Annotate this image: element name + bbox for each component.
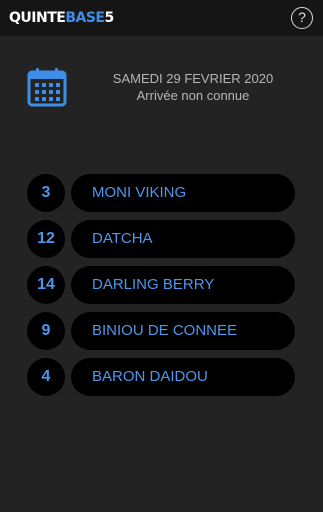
app-screen: QUINTE BASE 5 ? SAMEDI 29 FEVRIER 2020 A… bbox=[0, 0, 323, 512]
race-date: SAMEDI 29 FEVRIER 2020 bbox=[112, 71, 274, 86]
race-info: SAMEDI 29 FEVRIER 2020 Arrivée non connu… bbox=[96, 70, 290, 104]
horse-name: DATCHA bbox=[71, 220, 295, 258]
horse-name: BARON DAIDOU bbox=[71, 358, 295, 396]
horse-number: 14 bbox=[27, 266, 65, 304]
horse-name: DARLING BERRY bbox=[71, 266, 295, 304]
logo-text-blue: BASE bbox=[65, 10, 105, 26]
horse-number: 3 bbox=[27, 174, 65, 212]
logo-text-number: 5 bbox=[104, 10, 114, 26]
horse-name: MONI VIKING bbox=[71, 174, 295, 212]
help-icon[interactable]: ? bbox=[291, 7, 313, 29]
logo-text-white: QUINTE bbox=[9, 10, 66, 26]
horse-number: 12 bbox=[27, 220, 65, 258]
calendar-icon[interactable] bbox=[27, 67, 67, 107]
horse-number: 9 bbox=[27, 312, 65, 350]
race-status: Arrivée non connue bbox=[136, 88, 250, 103]
top-bar: QUINTE BASE 5 ? bbox=[0, 0, 323, 36]
horse-number: 4 bbox=[27, 358, 65, 396]
app-logo: QUINTE BASE 5 bbox=[9, 8, 114, 28]
horse-name: BINIOU DE CONNEE bbox=[71, 312, 295, 350]
